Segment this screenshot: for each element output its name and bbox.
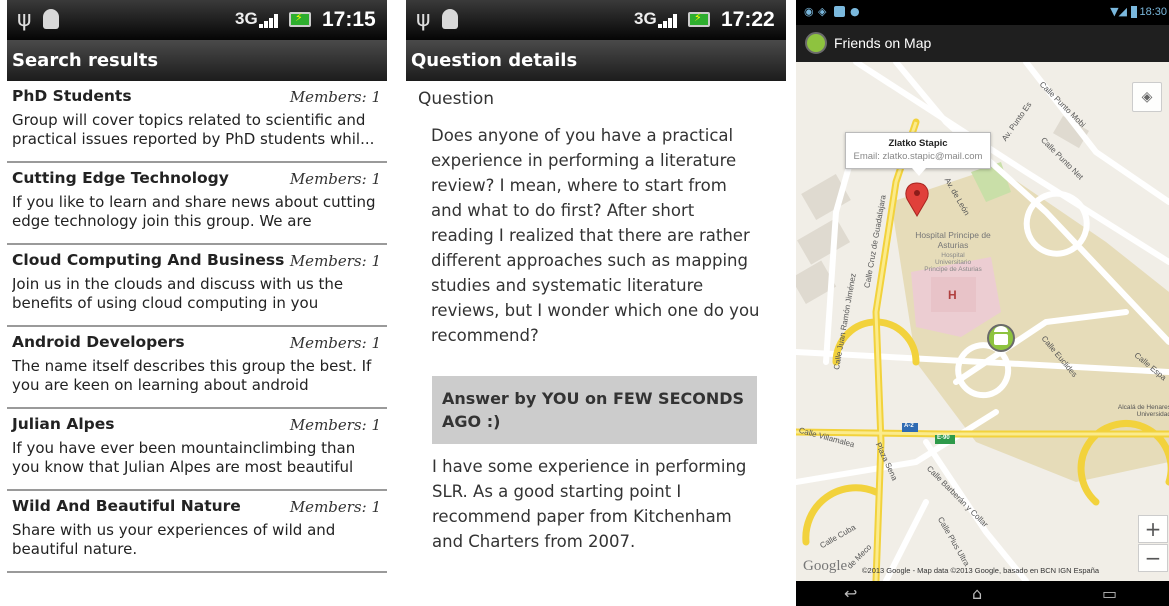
group-list: PhD Students Members: 1 Group will cover…	[7, 81, 387, 573]
list-item[interactable]: Cloud Computing And Business Members: 1 …	[7, 245, 387, 327]
battery-icon	[1131, 6, 1137, 18]
friends-map-screen: ◉ ◈ ● ▼◢ 18:30 Friends on Map Calle Punt…	[796, 0, 1169, 606]
map-copyright: ©2013 Google - Map data ©2013 Google, ba…	[862, 566, 1100, 575]
road-shield: A-2	[904, 423, 914, 429]
usb-icon: ψ	[17, 7, 32, 32]
google-logo: Google	[803, 558, 848, 574]
question-label: Question	[418, 89, 495, 109]
member-count: Members: 1	[289, 334, 381, 352]
map-label: Hospital Principe de Asturias	[915, 230, 991, 250]
group-description: The name itself describes this group the…	[12, 357, 372, 394]
group-description: If you like to learn and share news abou…	[12, 193, 376, 230]
notification-icon: ◈	[818, 5, 827, 18]
question-detail: Question Does anyone of you have a pract…	[406, 81, 786, 562]
network-type: 3G	[634, 9, 657, 28]
member-count: Members: 1	[289, 252, 381, 270]
answer-text: I have some experience in performing SLR…	[432, 457, 747, 551]
friend-email: Email: zlatko.stapic@mail.com	[853, 151, 983, 162]
navigation-bar: ↩ ⌂ ▭	[796, 581, 1169, 606]
signal-icon	[259, 12, 283, 28]
android-debug-icon	[43, 9, 59, 29]
usb-icon: ψ	[416, 7, 431, 32]
group-description: If you have ever been mountainclimbing t…	[12, 439, 356, 476]
marker-info-window[interactable]: Zlatko Stapic Email: zlatko.stapic@mail.…	[845, 132, 991, 176]
wifi-icon: ▼◢	[1110, 5, 1127, 18]
search-results-screen: ψ 3G 17:15 Search results PhD Students M…	[7, 0, 387, 606]
answer-header: Answer by YOU on FEW SECONDS AGO :)	[432, 376, 757, 444]
member-count: Members: 1	[289, 416, 381, 434]
zoom-out-button[interactable]: −	[1138, 544, 1168, 572]
battery-icon	[688, 11, 710, 27]
battery-icon	[289, 11, 311, 27]
member-count: Members: 1	[289, 88, 381, 106]
hospital-marker: H	[948, 288, 957, 302]
group-description: Share with us your experiences of wild a…	[12, 521, 336, 558]
clock: 18:30	[1139, 6, 1167, 18]
notification-icon: ◉	[804, 5, 814, 18]
recent-apps-icon[interactable]: ▭	[1102, 584, 1117, 603]
action-bar: Friends on Map	[796, 25, 1169, 62]
page-title: Question details	[406, 40, 786, 81]
home-icon[interactable]: ⌂	[972, 584, 982, 603]
back-icon[interactable]: ↩	[844, 584, 857, 603]
my-location-button[interactable]: ◈	[1132, 82, 1162, 112]
network-type: 3G	[235, 9, 258, 28]
status-bar: ψ 3G 17:15	[7, 0, 387, 40]
map-label: Hospital Universitario Principe de Astur…	[924, 252, 982, 273]
group-description: Join us in the clouds and discuss with u…	[12, 275, 344, 312]
page-title: Search results	[7, 40, 387, 81]
member-count: Members: 1	[289, 170, 381, 188]
list-item[interactable]: Cutting Edge Technology Members: 1 If yo…	[7, 163, 387, 245]
question-details-screen: ψ 3G 17:22 Question details Question Doe…	[406, 0, 786, 606]
app-icon[interactable]	[805, 32, 827, 54]
group-description: Group will cover topics related to scien…	[12, 111, 375, 148]
signal-icon	[658, 12, 682, 28]
question-text: Does anyone of you have a practical expe…	[431, 126, 760, 345]
friend-name: Zlatko Stapic	[888, 138, 948, 149]
list-item[interactable]: Julian Alpes Members: 1 If you have ever…	[7, 409, 387, 491]
clock: 17:15	[322, 8, 376, 31]
status-bar: ψ 3G 17:22	[406, 0, 786, 40]
list-item[interactable]: PhD Students Members: 1 Group will cover…	[7, 81, 387, 163]
status-bar: ◉ ◈ ● ▼◢ 18:30	[796, 0, 1169, 25]
zoom-in-button[interactable]: +	[1138, 515, 1168, 543]
clock: 17:22	[721, 8, 775, 31]
member-count: Members: 1	[289, 498, 381, 516]
map-view[interactable]: Calle Punto Mobi Av. Punto Es Calle Punt…	[796, 62, 1169, 581]
map-label: Alcalá de Henares Universidad	[1117, 404, 1169, 418]
road-shield: E-90	[937, 435, 950, 441]
notification-icon: ●	[850, 5, 860, 18]
list-item[interactable]: Android Developers Members: 1 The name i…	[7, 327, 387, 409]
app-title: Friends on Map	[834, 35, 932, 51]
list-item[interactable]: Wild And Beautiful Nature Members: 1 Sha…	[7, 491, 387, 573]
android-debug-icon	[442, 9, 458, 29]
image-notification-icon	[834, 6, 845, 17]
